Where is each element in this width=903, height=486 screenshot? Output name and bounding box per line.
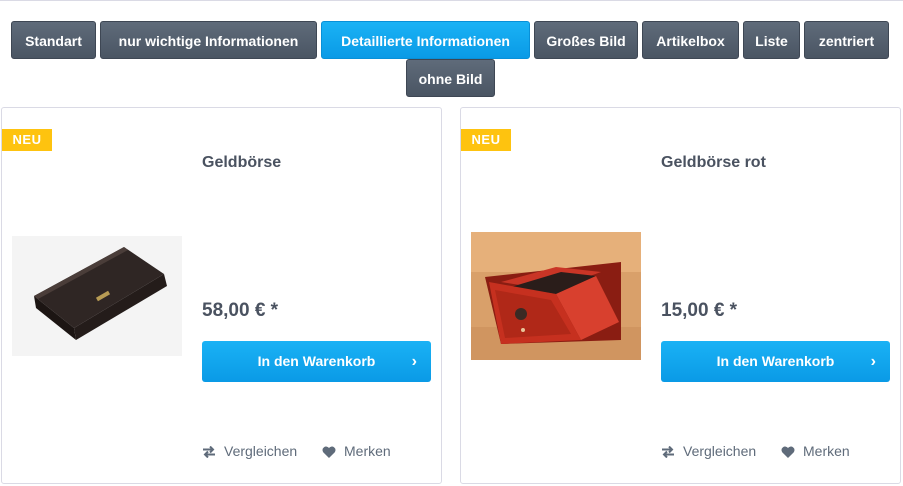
new-badge: NEU [2, 129, 52, 151]
chevron-right-icon: › [870, 353, 876, 370]
tab-zentriert[interactable]: zentriert [804, 21, 889, 59]
wishlist-link[interactable]: Merken [322, 441, 391, 461]
tab-ohne-bild[interactable]: ohne Bild [406, 59, 495, 97]
tab-grosses-bild[interactable]: Großes Bild [534, 21, 638, 59]
wishlist-label: Merken [344, 443, 391, 459]
product-card: NEU Geldbörse 58,00 € * In den Warenkorb… [1, 107, 442, 484]
product-image[interactable] [471, 232, 641, 360]
wishlist-link[interactable]: Merken [781, 441, 850, 461]
product-image[interactable] [12, 236, 182, 356]
add-to-cart-button[interactable]: In den Warenkorb › [202, 341, 431, 382]
heart-icon [781, 446, 795, 458]
compare-arrows-icon [203, 445, 215, 459]
product-title[interactable]: Geldbörse [202, 154, 281, 172]
product-title[interactable]: Geldbörse rot [661, 154, 766, 172]
compare-label: Vergleichen [683, 443, 757, 459]
tab-standart[interactable]: Standart [11, 21, 96, 59]
add-to-cart-label: In den Warenkorb [257, 353, 376, 369]
compare-label: Vergleichen [224, 443, 298, 459]
add-to-cart-label: In den Warenkorb [716, 353, 835, 369]
chevron-right-icon: › [411, 353, 417, 370]
tab-detaillierte-informationen[interactable]: Detaillierte Informationen [321, 21, 530, 59]
add-to-cart-button[interactable]: In den Warenkorb › [661, 341, 890, 382]
product-card: NEU Geldbörse rot 15,00 € * In den Waren… [460, 107, 901, 484]
top-divider [0, 0, 903, 1]
tab-nur-wichtige-informationen[interactable]: nur wichtige Informationen [100, 21, 317, 59]
tab-liste[interactable]: Liste [743, 21, 800, 59]
compare-arrows-icon [662, 445, 674, 459]
compare-link[interactable]: Vergleichen [202, 441, 297, 461]
heart-icon [322, 446, 336, 458]
wishlist-label: Merken [803, 443, 850, 459]
tab-artikelbox[interactable]: Artikelbox [642, 21, 739, 59]
product-price: 15,00 € * [661, 300, 738, 321]
new-badge: NEU [461, 129, 511, 151]
compare-link[interactable]: Vergleichen [661, 441, 756, 461]
product-price: 58,00 € * [202, 300, 279, 321]
